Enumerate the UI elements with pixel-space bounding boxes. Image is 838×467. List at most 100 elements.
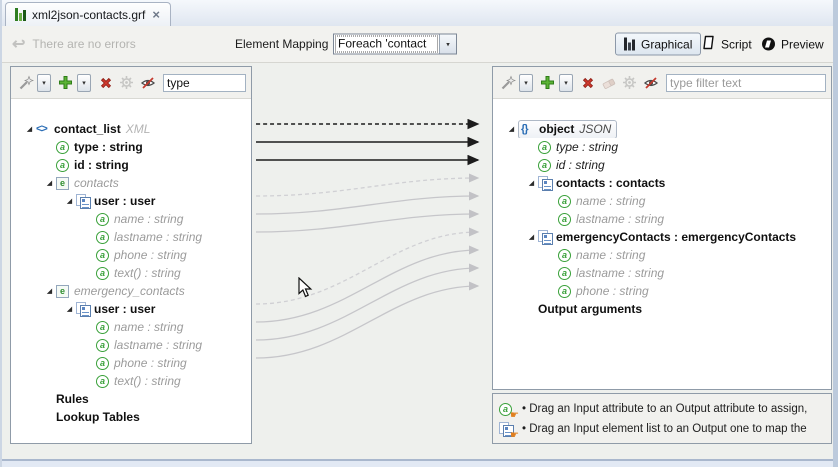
delete-icon[interactable] (96, 73, 115, 92)
expander-icon[interactable]: ◢ (525, 179, 538, 187)
tree-row[interactable]: ◢emergencyContacts : emergencyContacts (493, 228, 831, 246)
delete-icon[interactable] (578, 73, 597, 92)
undo-arrow-icon: ↩ (12, 34, 25, 54)
mapping-line[interactable] (256, 268, 478, 340)
mapping-line[interactable] (256, 178, 478, 196)
mapping-lines-canvas[interactable] (252, 63, 492, 458)
tree-row[interactable]: atext() : string (11, 372, 251, 390)
wand-icon[interactable] (498, 73, 517, 92)
mapping-line[interactable] (256, 286, 478, 358)
chevron-down-icon[interactable]: ▾ (519, 74, 533, 92)
tree-row[interactable]: ◢ user : user (11, 192, 251, 210)
attribute-icon: a (56, 159, 74, 172)
expander-icon[interactable]: ◢ (63, 197, 76, 205)
tab-script[interactable]: Script (694, 33, 760, 56)
add-mapping-button[interactable] (463, 34, 483, 54)
tree-node-label: user : user (94, 194, 155, 208)
add-icon[interactable] (56, 73, 75, 92)
tree-row[interactable]: alastname : string (493, 264, 831, 282)
tree-node-label: text() : string (114, 374, 181, 388)
attribute-icon: a (558, 213, 576, 226)
tree-row[interactable]: aphone : string (11, 246, 251, 264)
wand-icon[interactable] (16, 73, 35, 92)
mapping-line[interactable] (256, 250, 478, 322)
tree-node-label: lastname : string (576, 212, 664, 226)
output-tree-panel: ▾▾ ◢{}objectJSONatype : stringaid : stri… (492, 66, 832, 390)
tree-row[interactable]: alastname : string (493, 210, 831, 228)
chevron-down-icon[interactable]: ▾ (77, 74, 91, 92)
editor-tab[interactable]: xml2json-contacts.grf × (5, 2, 171, 26)
tree-row[interactable]: ◢{}objectJSON (493, 120, 831, 138)
output-filter-field[interactable] (666, 74, 826, 92)
tree-node-label: name : string (576, 194, 645, 208)
tree-row[interactable]: alastname : string (11, 228, 251, 246)
tree-node-label: name : string (576, 248, 645, 262)
tree-row[interactable]: ◢user : user (11, 300, 251, 318)
chevron-down-icon[interactable]: ▾ (559, 74, 573, 92)
input-filter-field[interactable] (163, 74, 246, 92)
delete-mapping-button[interactable] (513, 34, 533, 54)
tree-row[interactable]: alastname : string (11, 336, 251, 354)
bottom-border-fill (2, 461, 833, 467)
tree-row[interactable]: aid : string (11, 156, 251, 174)
expander-icon[interactable]: ◢ (63, 305, 76, 313)
tree-node-label: lastname : string (576, 266, 664, 280)
tree-row[interactable]: aname : string (493, 246, 831, 264)
tree-row[interactable]: atype : string (11, 138, 251, 156)
mapping-line[interactable] (256, 232, 478, 304)
graphical-view-icon (624, 38, 635, 51)
expander-icon[interactable]: ◢ (505, 125, 518, 133)
tree-node-label: Output arguments (538, 302, 642, 316)
attribute-icon: a (96, 339, 114, 352)
hide-eye-icon[interactable] (641, 73, 660, 92)
expander-icon[interactable]: ◢ (525, 233, 538, 241)
tree-row[interactable]: Output arguments (493, 300, 831, 318)
tree-row[interactable]: atype : string (493, 138, 831, 156)
mapping-lines[interactable] (256, 124, 478, 358)
expander-icon[interactable]: ◢ (43, 287, 56, 295)
tree-node-label: type : string (74, 140, 143, 154)
element-mapping-select[interactable]: Foreach 'contact ▾ (333, 34, 457, 55)
tree-row[interactable]: aname : string (493, 192, 831, 210)
graphical-label: Graphical (641, 37, 692, 51)
tree-row[interactable]: ◢econtacts (11, 174, 251, 192)
expander-icon[interactable]: ◢ (43, 179, 56, 187)
expander-icon[interactable]: ◢ (23, 125, 36, 133)
element-list-icon (538, 230, 556, 244)
tab-graphical[interactable]: Graphical (615, 33, 701, 56)
tree-row[interactable]: aphone : string (11, 354, 251, 372)
chevron-down-icon[interactable]: ▾ (37, 74, 51, 92)
tree-row[interactable]: ◢ contacts : contacts (493, 174, 831, 192)
attribute-icon: a (96, 249, 114, 262)
tree-row[interactable]: atext() : string (11, 264, 251, 282)
element-drag-icon: ☛ (499, 421, 516, 437)
tree-row[interactable]: ◢eemergency_contacts (11, 282, 251, 300)
mapping-line[interactable] (256, 214, 478, 232)
tab-preview[interactable]: Preview (754, 33, 832, 56)
tree-row[interactable]: aid : string (493, 156, 831, 174)
tree-row[interactable]: aphone : string (493, 282, 831, 300)
tree-node-label: lastname : string (114, 338, 202, 352)
tree-row[interactable]: aname : string (11, 318, 251, 336)
tree-row[interactable]: aname : string (11, 210, 251, 228)
attribute-icon: a (558, 285, 576, 298)
attribute-icon: a (538, 141, 556, 154)
mapping-line[interactable] (256, 196, 478, 214)
selected-node-box[interactable]: {}objectJSON (518, 120, 617, 138)
tree-node-label: id : string (556, 158, 605, 172)
tree-row[interactable]: ◢<>contact_listXML (11, 120, 251, 138)
chevron-down-icon[interactable]: ▾ (439, 35, 456, 54)
hide-eye-icon[interactable] (138, 73, 157, 92)
script-view-icon (702, 36, 715, 53)
tree-node-label: contacts : contacts (556, 176, 665, 190)
preview-label: Preview (781, 37, 824, 51)
mapping-main-area: ▾▾ ◢<>contact_listXMLatype : stringaid :… (2, 63, 833, 467)
tree-row[interactable]: Lookup Tables (11, 408, 251, 426)
script-label: Script (721, 37, 752, 51)
edit-mapping-button[interactable] (488, 34, 508, 54)
add-icon[interactable] (538, 73, 557, 92)
tab-close-icon[interactable]: × (151, 8, 161, 21)
tree-row[interactable]: Rules (11, 390, 251, 408)
tree-node-type-suffix: XML (126, 122, 151, 136)
xml-root-icon: <> (36, 123, 54, 135)
